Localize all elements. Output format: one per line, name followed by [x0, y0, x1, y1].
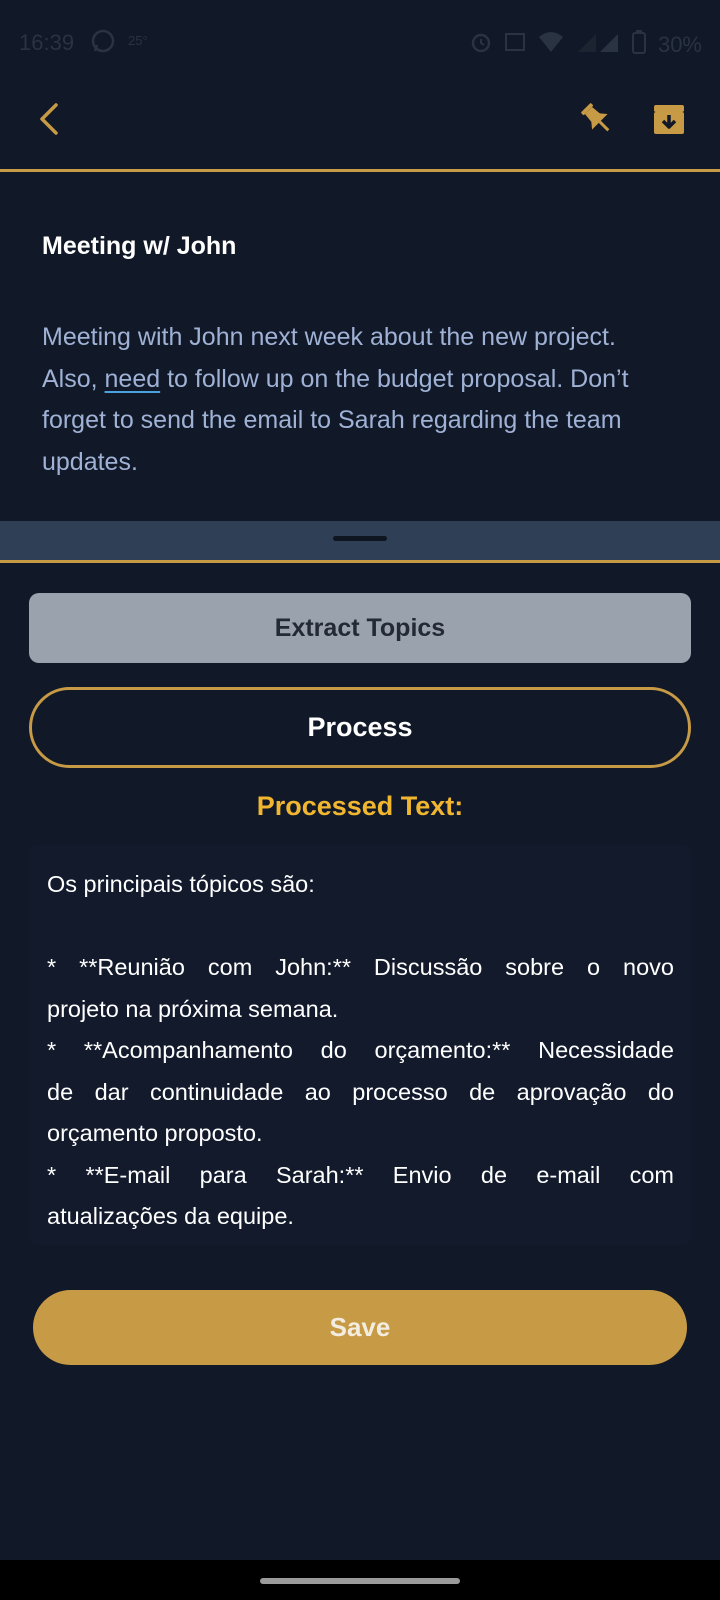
processed-line: Os principais tópicos são:: [47, 871, 315, 897]
status-icons: 30%: [470, 30, 702, 60]
processed-text: Os principais tópicos são: * **Reunião c…: [47, 864, 674, 1238]
alarm-icon: [470, 31, 492, 59]
battery-icon: [631, 30, 646, 60]
home-gesture-pill[interactable]: [260, 1578, 460, 1584]
wifi-icon: [538, 31, 564, 59]
processed-line: orçamento proposto.: [47, 1120, 263, 1146]
spellcheck-word[interactable]: need: [105, 365, 161, 393]
processed-line: * **E-mail para Sarah:** Envio de e-mail…: [47, 1161, 674, 1188]
note-screen: 16:39 25° 30% Meeting w/ John Meeting wi…: [0, 0, 720, 1600]
status-temperature: 25°: [128, 33, 148, 48]
processed-line: * **Reunião com John:** Discussão sobre …: [47, 954, 674, 980]
pin-button[interactable]: [576, 97, 618, 141]
note-body[interactable]: Meeting with John next week about the ne…: [42, 317, 662, 483]
archive-icon: [654, 105, 684, 134]
battery-percent: 30%: [657, 32, 702, 57]
back-icon: [40, 103, 58, 135]
processed-text-label: Processed Text:: [256, 791, 464, 821]
header-divider: [0, 169, 720, 172]
processed-line: * **Acompanhamento do orçamento:** Neces…: [47, 1037, 674, 1063]
pin-icon: [581, 103, 610, 132]
note-title[interactable]: Meeting w/ John: [42, 232, 236, 261]
processed-line: de dar continuidade ao processo de aprov…: [47, 1078, 674, 1105]
archive-button[interactable]: [650, 100, 688, 140]
drag-handle[interactable]: [333, 536, 387, 541]
extract-topics-button[interactable]: Extract Topics: [29, 593, 691, 663]
sheet-drag-area[interactable]: [0, 521, 720, 561]
processed-line: projeto na próxima semana.: [47, 995, 339, 1022]
processed-blank-line: [47, 906, 674, 948]
processed-line: atualizações da equipe.: [47, 1203, 294, 1229]
back-button[interactable]: [30, 97, 70, 141]
save-button[interactable]: Save: [33, 1290, 687, 1365]
status-time: 16:39: [19, 30, 75, 55]
volte-icon: [504, 31, 526, 59]
process-button[interactable]: Process: [29, 687, 691, 768]
whatsapp-icon: [90, 28, 116, 60]
signal-icon: [576, 31, 620, 59]
sheet-divider: [0, 560, 720, 563]
status-bar: 16:39 25° 30%: [0, 0, 720, 86]
